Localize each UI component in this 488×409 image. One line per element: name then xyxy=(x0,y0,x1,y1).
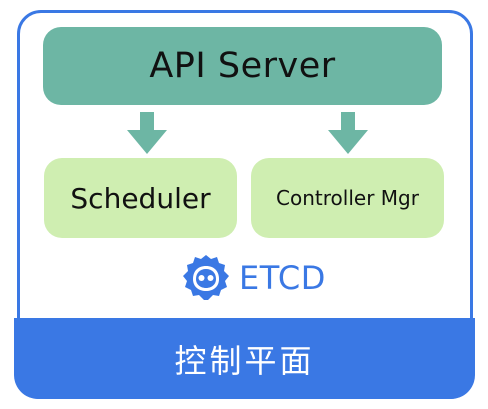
controller-manager-box: Controller Mgr xyxy=(251,158,444,238)
etcd-logo-icon xyxy=(183,255,229,300)
controller-manager-label: Controller Mgr xyxy=(276,186,419,210)
scheduler-box: Scheduler xyxy=(44,158,237,238)
api-server-label: API Server xyxy=(149,46,336,86)
etcd-group: ETCD xyxy=(181,252,326,304)
control-plane-bar: 控制平面 xyxy=(14,318,475,399)
control-plane-label: 控制平面 xyxy=(174,341,315,380)
etcd-label: ETCD xyxy=(239,259,326,297)
arrow-down-icon xyxy=(127,112,167,154)
api-server-box: API Server xyxy=(43,27,442,105)
arrow-down-icon xyxy=(328,112,368,154)
scheduler-label: Scheduler xyxy=(70,181,211,215)
